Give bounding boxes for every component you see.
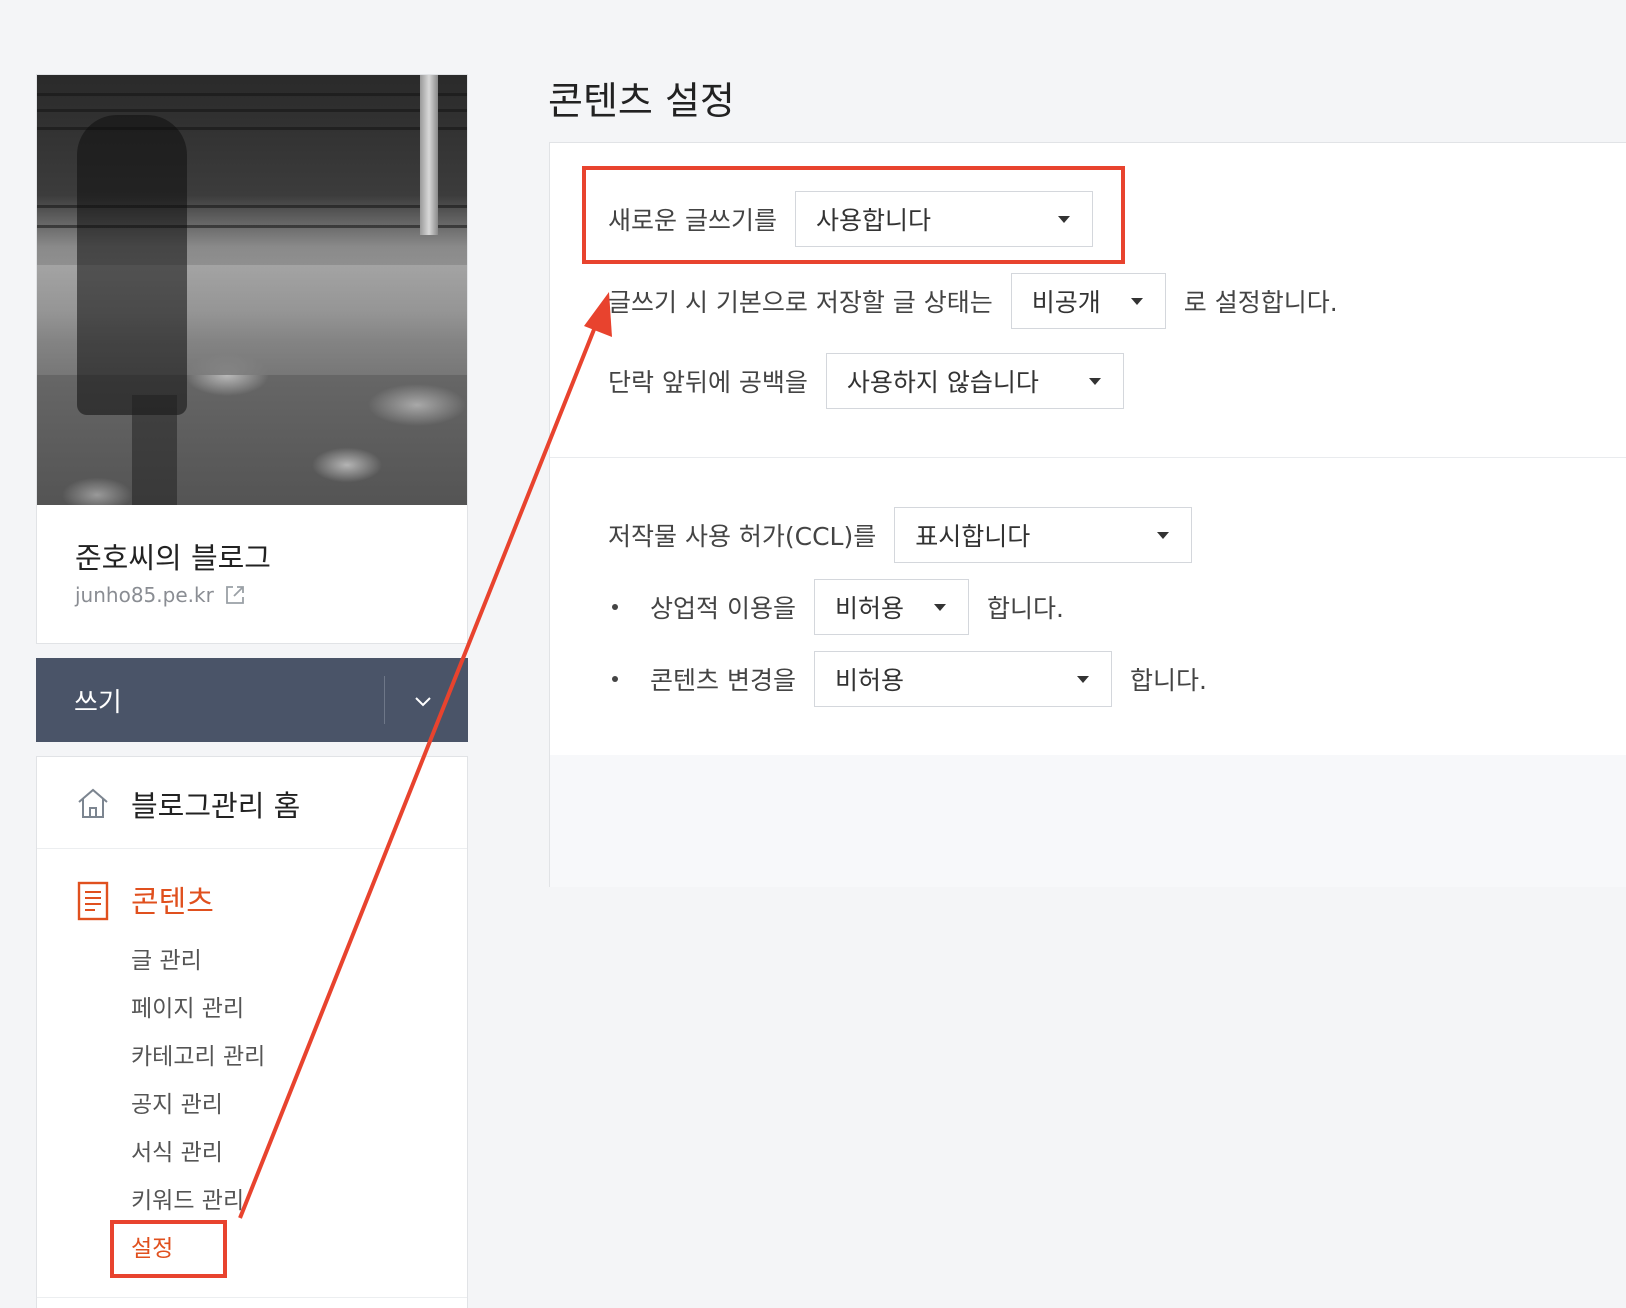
menu-section-content[interactable]: 콘텐츠 (131, 877, 214, 921)
blog-profile-photo (37, 75, 467, 505)
submenu-template-manage[interactable]: 서식 관리 (131, 1129, 265, 1177)
external-link-icon[interactable] (224, 584, 246, 606)
home-icon (78, 788, 108, 818)
caret-down-icon (933, 603, 946, 611)
submenu-post-manage[interactable]: 글 관리 (131, 937, 265, 985)
ccl-label: 저작물 사용 허가(CCL)를 (608, 522, 877, 551)
profile-card: 준호씨의 블로그 junho85.pe.kr (36, 74, 468, 644)
ccl-select[interactable]: 표시합니다 (894, 507, 1193, 563)
submenu-keyword-manage[interactable]: 키워드 관리 (131, 1177, 265, 1225)
modification-suffix: 합니다. (1129, 666, 1207, 695)
paragraph-spacing-select[interactable]: 사용하지 않습니다 (825, 353, 1124, 409)
caret-down-icon (1088, 377, 1101, 385)
caret-down-icon (1076, 675, 1089, 683)
commercial-use-suffix: 합니다. (986, 594, 1064, 623)
paragraph-spacing-row: 단락 앞뒤에 공백을 사용하지 않습니다 (608, 353, 1124, 409)
ccl-value: 표시합니다 (915, 522, 1031, 551)
annotation-highlight-editor (582, 166, 1125, 264)
commercial-use-label: 상업적 이용을 (650, 594, 796, 623)
bullet (612, 604, 618, 610)
bullet (612, 676, 618, 682)
submenu-page-manage[interactable]: 페이지 관리 (131, 985, 265, 1033)
write-bar-divider (384, 676, 385, 724)
menu-home-label[interactable]: 블로그관리 홈 (131, 783, 300, 825)
menu-divider (37, 1297, 467, 1298)
menu-item-home[interactable]: 블로그관리 홈 (37, 757, 467, 849)
modification-select[interactable]: 비허용 (813, 651, 1112, 707)
section-divider (550, 457, 1626, 458)
blog-url-text[interactable]: junho85.pe.kr (75, 583, 214, 607)
paragraph-spacing-value: 사용하지 않습니다 (846, 368, 1039, 397)
card-footer (550, 755, 1626, 887)
commercial-use-value: 비허용 (834, 594, 904, 623)
blog-admin-page: 준호씨의 블로그 junho85.pe.kr 쓰기 블로그관리 홈 콘텐츠 글 … (0, 0, 1626, 1308)
write-button[interactable]: 쓰기 (74, 682, 122, 719)
submenu-notice-manage[interactable]: 공지 관리 (131, 1081, 265, 1129)
page-title: 콘텐츠 설정 (548, 79, 735, 123)
admin-menu: 블로그관리 홈 콘텐츠 글 관리 페이지 관리 카테고리 관리 공지 관리 서식… (36, 756, 468, 1308)
caret-down-icon (1157, 531, 1170, 539)
blog-name[interactable]: 준호씨의 블로그 (75, 535, 271, 577)
commercial-use-row: 상업적 이용을 비허용 합니다. (612, 579, 1064, 635)
submenu-category-manage[interactable]: 카테고리 관리 (131, 1033, 265, 1081)
modification-value: 비허용 (834, 666, 904, 695)
caret-down-icon (1130, 297, 1143, 305)
blog-url-link[interactable]: junho85.pe.kr (75, 583, 246, 607)
write-button-bar: 쓰기 (36, 658, 468, 742)
chevron-down-icon[interactable] (408, 686, 438, 716)
default-status-select[interactable]: 비공개 (1010, 273, 1166, 329)
default-status-value: 비공개 (1031, 288, 1101, 317)
paragraph-spacing-label: 단락 앞뒤에 공백을 (608, 368, 808, 397)
default-status-suffix: 로 설정합니다. (1183, 288, 1338, 317)
document-icon (77, 881, 109, 921)
default-status-row: 글쓰기 시 기본으로 저장할 글 상태는 비공개 로 설정합니다. (608, 273, 1338, 329)
ccl-row: 저작물 사용 허가(CCL)를 표시합니다 (608, 507, 1193, 563)
default-status-label: 글쓰기 시 기본으로 저장할 글 상태는 (608, 288, 993, 317)
annotation-highlight-settings (110, 1220, 227, 1278)
modification-label: 콘텐츠 변경을 (650, 666, 796, 695)
modification-row: 콘텐츠 변경을 비허용 합니다. (612, 651, 1207, 707)
commercial-use-select[interactable]: 비허용 (813, 579, 969, 635)
